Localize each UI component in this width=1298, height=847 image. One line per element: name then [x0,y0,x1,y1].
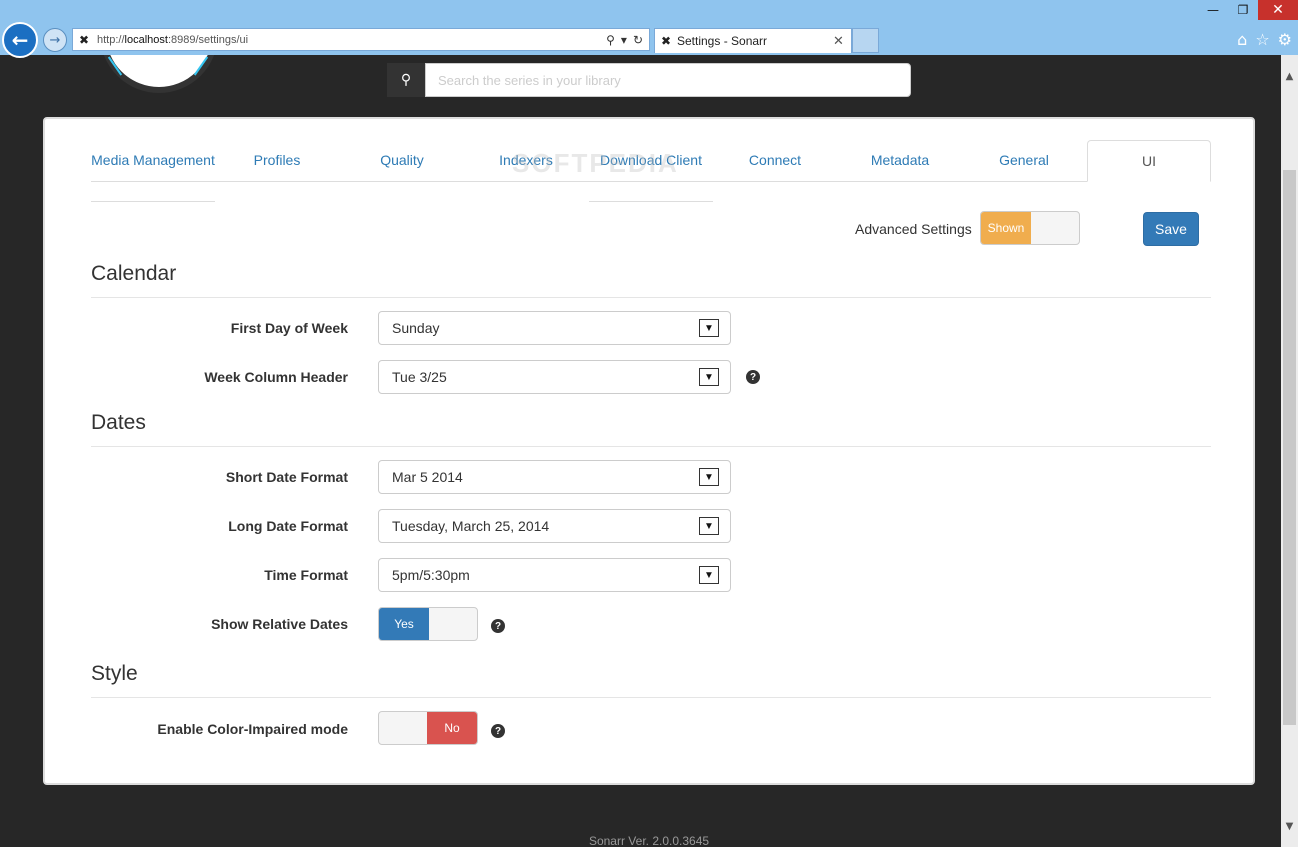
close-tab-icon[interactable]: ✕ [833,33,851,49]
time-format-value: 5pm/5:30pm [392,567,470,583]
week-column-header-select[interactable]: Tue 3/25 ▼ [378,360,731,394]
restore-button[interactable]: ❐ [1228,0,1258,20]
address-url[interactable]: http://localhost:8989/settings/ui [95,34,606,46]
week-column-header-value: Tue 3/25 [392,369,447,385]
tab-metadata[interactable]: Metadata [838,140,962,170]
sonarr-favicon-icon: ✖ [660,34,672,48]
long-date-format-value: Tuesday, March 25, 2014 [392,518,550,534]
minimize-button[interactable]: — [1198,0,1228,20]
logo-circle [100,55,218,93]
series-search-input[interactable] [425,63,911,97]
relative-dates-yes-option[interactable]: Yes [379,608,429,640]
chevron-down-icon: ▼ [699,468,719,486]
url-host: localhost [124,33,168,46]
chevron-down-icon: ▼ [699,319,719,337]
calendar-legend: Calendar [91,262,1211,298]
search-button[interactable]: ⚲ [387,63,425,97]
long-date-format-select[interactable]: Tuesday, March 25, 2014 ▼ [378,509,731,543]
show-relative-dates-toggle[interactable]: Yes [378,607,478,641]
question-circle-icon[interactable]: ? [746,370,760,384]
short-date-format-label: Short Date Format [225,469,348,485]
chevron-down-icon: ▼ [699,566,719,584]
scroll-down-icon[interactable]: ▼ [1281,818,1298,835]
sonarr-favicon-icon: ✖ [78,32,90,47]
color-impaired-mode-label: Enable Color-Impaired mode [157,721,348,737]
tab-profiles[interactable]: Profiles [215,140,339,170]
page-scrollbar[interactable]: ▲ ▼ [1281,55,1298,847]
style-legend: Style [91,662,1211,698]
scroll-up-icon[interactable]: ▲ [1281,68,1298,85]
refresh-icon[interactable]: ↻ [633,33,643,47]
short-date-format-value: Mar 5 2014 [392,469,463,485]
scroll-thumb[interactable] [1283,170,1296,725]
version-footer: Sonarr Ver. 2.0.0.3645 [588,834,710,847]
dropdown-icon[interactable]: ▾ [621,33,627,47]
tab-connect[interactable]: Connect [713,140,837,170]
back-button[interactable]: ← [2,22,38,58]
settings-card: Media Management Profiles Quality Indexe… [43,117,1255,785]
forward-button[interactable]: → [43,28,67,52]
sonarr-logo[interactable] [100,55,218,93]
time-format-select[interactable]: 5pm/5:30pm ▼ [378,558,731,592]
tab-media-management[interactable]: Media Management [91,140,215,202]
tab-ui[interactable]: UI [1087,140,1211,182]
close-window-button[interactable]: ✕ [1258,0,1298,20]
settings-gear-icon[interactable]: ⚙ [1278,30,1292,49]
color-impaired-no-option[interactable]: No [427,712,477,744]
advanced-shown-option[interactable]: Shown [981,212,1031,244]
tab-general[interactable]: General [962,140,1086,170]
first-day-of-week-label: First Day of Week [230,320,348,336]
color-impaired-mode-toggle[interactable]: No [378,711,478,745]
advanced-settings-label: Advanced Settings [855,221,972,237]
long-date-format-label: Long Date Format [228,518,348,534]
new-tab-button[interactable] [852,28,879,53]
search-icon[interactable]: ⚲ [606,33,615,47]
home-icon[interactable]: ⌂ [1237,30,1247,49]
tab-title: Settings - Sonarr [677,34,768,48]
url-prefix: http:// [97,33,125,46]
browser-tab[interactable]: ✖ Settings - Sonarr ✕ [654,28,852,53]
softpedia-watermark: SOFTPEDIA [512,148,679,178]
first-day-of-week-select[interactable]: Sunday ▼ [378,311,731,345]
url-path: :8989/settings/ui [167,33,249,46]
question-circle-icon[interactable]: ? [491,724,505,738]
window-controls: — ❐ ✕ [1198,0,1298,20]
favorites-star-icon[interactable]: ☆ [1255,30,1269,49]
week-column-header-label: Week Column Header [204,369,348,385]
time-format-label: Time Format [264,567,348,583]
advanced-settings-toggle[interactable]: Shown [980,211,1080,245]
arrow-right-icon: → [49,32,61,48]
tab-quality[interactable]: Quality [340,140,464,170]
chevron-down-icon: ▼ [699,517,719,535]
address-bar[interactable]: ✖ http://localhost:8989/settings/ui ⚲ ▾ … [72,28,650,51]
chevron-down-icon: ▼ [699,368,719,386]
arrow-left-icon: ← [11,28,29,52]
show-relative-dates-label: Show Relative Dates [211,616,348,632]
dates-legend: Dates [91,411,1211,447]
search-icon: ⚲ [400,72,412,88]
first-day-of-week-value: Sunday [392,320,440,336]
short-date-format-select[interactable]: Mar 5 2014 ▼ [378,460,731,494]
browser-chrome: — ❐ ✕ ← → ✖ http://localhost:8989/settin… [0,0,1298,58]
question-circle-icon[interactable]: ? [491,619,505,633]
save-button[interactable]: Save [1143,212,1199,246]
